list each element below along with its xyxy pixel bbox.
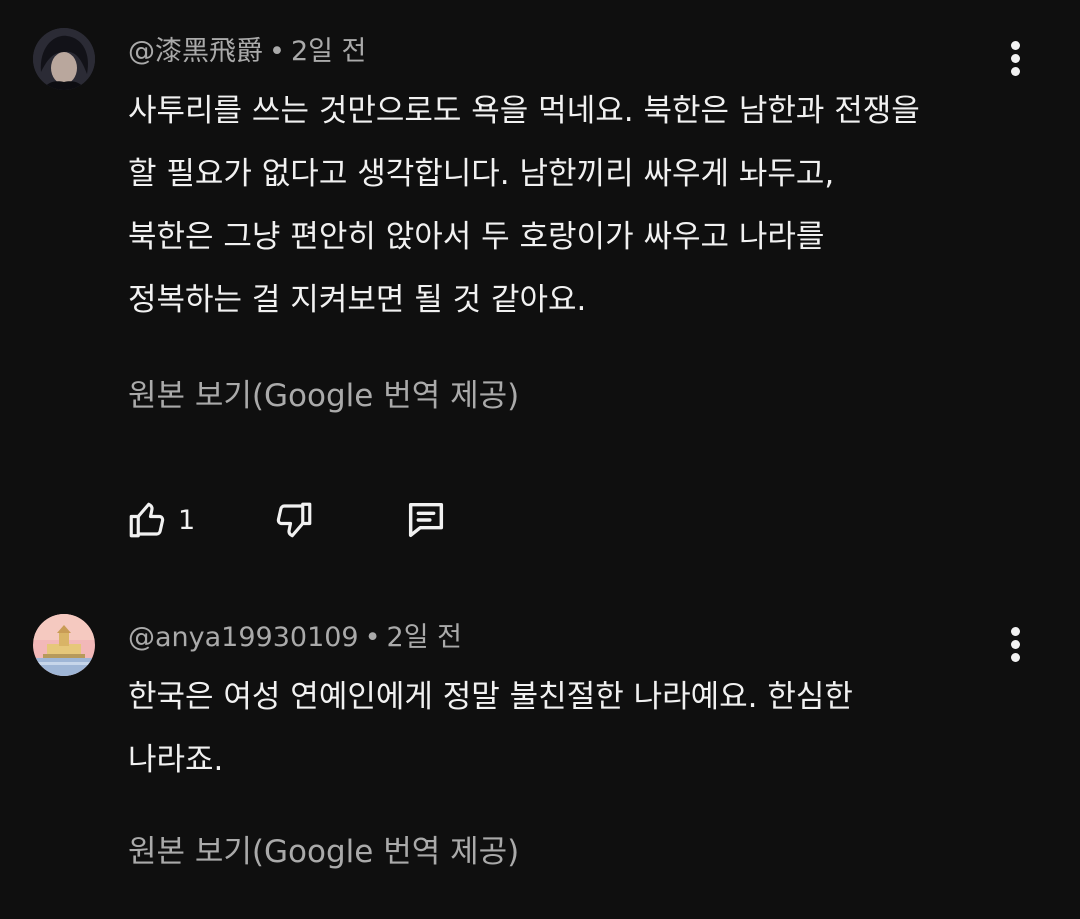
meta-separator: •	[364, 622, 381, 653]
avatar-image	[33, 28, 95, 90]
see-original-link[interactable]: 원본 보기(Google 번역 제공)	[128, 832, 519, 872]
meta-separator: •	[269, 36, 285, 67]
more-vertical-icon[interactable]	[996, 33, 1036, 83]
comment-meta: @anya19930109 • 2일 전	[128, 620, 462, 656]
comment-line: 한국은 여성 연예인에게 정말 불친절한 나라예요. 한심한	[128, 679, 853, 715]
comment-text: 한국은 여성 연예인에게 정말 불친절한 나라예요. 한심한 나라죠.	[128, 666, 1028, 792]
thumb-up-icon	[129, 502, 165, 538]
avatar[interactable]	[33, 28, 95, 90]
comment-time: 2일 전	[290, 36, 367, 67]
comment-line: 나라죠.	[128, 742, 224, 778]
comment-text: 사투리를 쓰는 것만으로도 욕을 먹네요. 북한은 남한과 전쟁을 할 필요가 …	[128, 80, 1028, 332]
avatar[interactable]	[33, 614, 95, 676]
comment-reply-icon	[408, 502, 444, 538]
comment-line: 할 필요가 없다고 생각합니다. 남한끼리 싸우게 놔두고,	[128, 156, 835, 192]
like-button[interactable]: 1	[126, 497, 195, 543]
author-handle[interactable]: @anya19930109	[128, 622, 359, 653]
like-count: 1	[178, 504, 196, 536]
comment-line: 북한은 그냥 편안히 앉아서 두 호랑이가 싸우고 나라를	[128, 219, 825, 255]
author-handle[interactable]: @漆黑飛爵	[128, 36, 263, 67]
avatar-image	[33, 614, 95, 676]
reply-button[interactable]	[403, 497, 449, 543]
dislike-button[interactable]	[273, 497, 315, 543]
comment-line: 정복하는 걸 지켜보면 될 것 같아요.	[128, 282, 587, 318]
comment-time: 2일 전	[386, 622, 462, 653]
comment-line: 사투리를 쓰는 것만으로도 욕을 먹네요. 북한은 남한과 전쟁을	[128, 93, 920, 129]
thumb-down-icon	[276, 502, 312, 538]
more-vertical-icon[interactable]	[996, 619, 1036, 669]
see-original-link[interactable]: 원본 보기(Google 번역 제공)	[128, 376, 519, 416]
comment-meta: @漆黑飛爵 • 2일 전	[128, 34, 366, 70]
